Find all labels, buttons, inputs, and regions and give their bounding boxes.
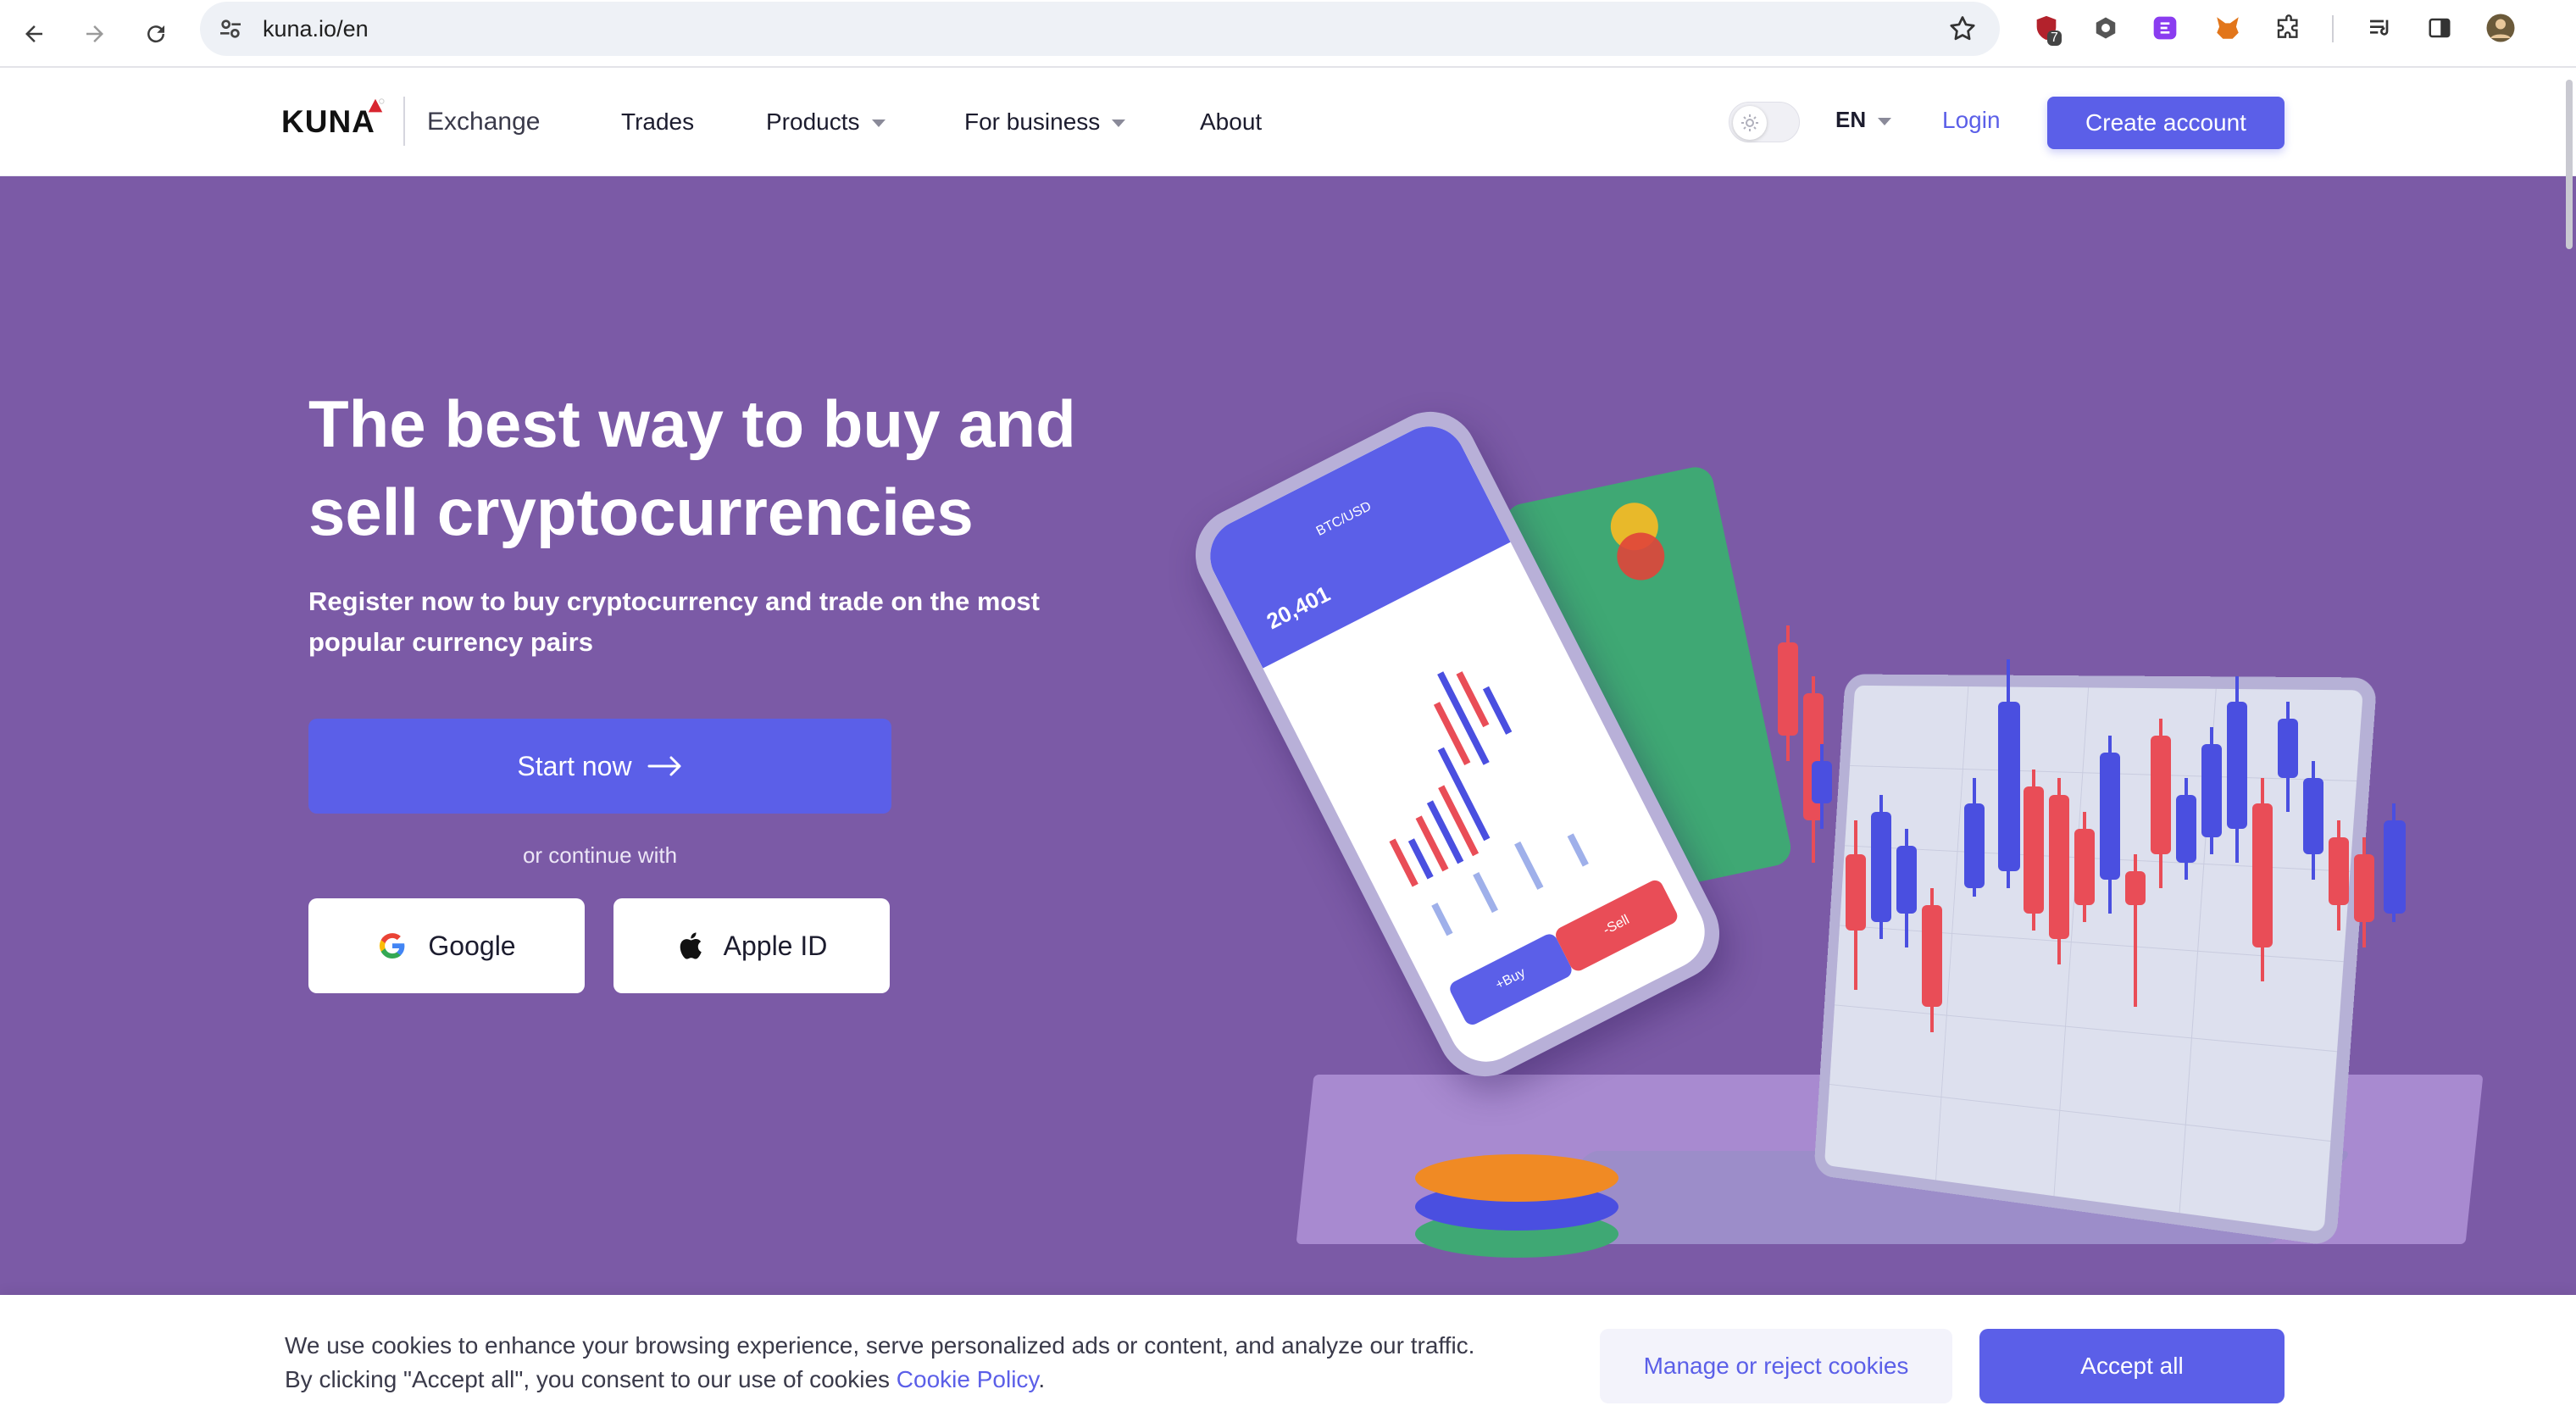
address-bar[interactable]: kuna.io/en (200, 2, 2000, 56)
phone-topbar: BTC/USD 20,401 (1197, 414, 1511, 669)
google-label: Google (428, 930, 516, 961)
nav-products-label: Products (766, 108, 860, 135)
extension-badge: 7 (2047, 31, 2062, 46)
chevron-down-icon (871, 119, 886, 128)
nav-about[interactable]: About (1200, 107, 1262, 137)
candle-group (1778, 625, 2406, 1032)
theme-toggle[interactable] (1729, 102, 1800, 142)
phone-sell-button: -Sell (1552, 877, 1680, 974)
hexagon-extension-icon[interactable] (2090, 12, 2122, 44)
nav-trades[interactable]: Trades (621, 107, 694, 137)
continue-with-label: or continue with (522, 842, 678, 868)
manage-cookies-button[interactable]: Manage or reject cookies (1600, 1329, 1952, 1403)
nav-for-business[interactable]: For business (964, 107, 1126, 137)
coin-orange (1415, 1154, 1618, 1202)
language-label: EN (1835, 107, 1867, 132)
create-account-button[interactable]: Create account (2047, 97, 2285, 149)
logo-text: KUNA (281, 104, 375, 139)
apple-signin-button[interactable]: Apple ID (613, 898, 890, 993)
fox-extension-icon[interactable] (2212, 12, 2244, 44)
page-scrollbar[interactable] (2564, 71, 2573, 1427)
hero-section: The best way to buy and sell cryptocurre… (0, 176, 2576, 1295)
phone-pair: BTC/USD (1313, 498, 1374, 539)
logo-divider (403, 97, 405, 146)
start-now-label: Start now (517, 750, 632, 781)
coins-stack-illustration (1415, 1134, 1618, 1261)
start-now-button[interactable]: Start now (308, 719, 891, 814)
arrow-right-icon (647, 756, 681, 776)
exchange-label[interactable]: Exchange (427, 107, 540, 137)
site-settings-icon[interactable] (217, 15, 244, 42)
toolbar-divider (2332, 15, 2334, 42)
chevron-down-icon (1878, 117, 1892, 125)
cookie-policy-link[interactable]: Cookie Policy (897, 1366, 1039, 1392)
site-header: KUNA Exchange Trades Products For busine… (0, 68, 2576, 176)
extensions-puzzle-icon[interactable] (2273, 12, 2305, 44)
cookie-text: We use cookies to enhance your browsing … (285, 1329, 1505, 1397)
shield-extension-icon[interactable]: 7 (2030, 12, 2062, 46)
login-link[interactable]: Login (1942, 107, 2001, 134)
phone-buy-button: +Buy (1446, 931, 1575, 1028)
cookie-period: . (1038, 1366, 1046, 1392)
cookie-banner: We use cookies to enhance your browsing … (0, 1295, 2576, 1428)
apple-icon (680, 932, 702, 959)
bookmark-star-icon[interactable] (1947, 14, 1978, 44)
cookie-message: We use cookies to enhance your browsing … (285, 1332, 1475, 1392)
purple-extension-icon[interactable] (2149, 12, 2181, 44)
google-signin-button[interactable]: Google (308, 898, 585, 993)
nav-products[interactable]: Products (766, 107, 886, 137)
media-control-icon[interactable] (2364, 12, 2396, 44)
kuna-logo[interactable]: KUNA (281, 98, 385, 139)
language-select[interactable]: EN (1835, 107, 1892, 133)
reload-icon[interactable] (132, 10, 180, 58)
santa-hat-icon (368, 98, 385, 113)
profile-avatar-icon[interactable] (2484, 12, 2517, 44)
back-icon[interactable] (10, 10, 58, 58)
google-icon (380, 933, 405, 958)
hero-illustration: BTC/USD 20,401 +Buy -Sell (1179, 395, 2484, 1295)
forward-icon[interactable] (71, 10, 119, 58)
hero-subtitle: Register now to buy cryptocurrency and t… (308, 586, 1040, 657)
browser-toolbar: kuna.io/en 7 (0, 0, 2576, 68)
apple-label: Apple ID (723, 930, 828, 961)
nav-for-business-label: For business (964, 108, 1101, 135)
chevron-down-icon (1112, 119, 1126, 128)
candlestick-chart-illustration (1778, 625, 2406, 1032)
hero-title: The best way to buy and sell cryptocurre… (308, 386, 1076, 549)
accept-all-button[interactable]: Accept all (1979, 1329, 2285, 1403)
url-text: kuna.io/en (263, 16, 369, 42)
sun-icon (1733, 106, 1767, 140)
side-panel-icon[interactable] (2423, 12, 2456, 44)
phone-price: 20,401 (1262, 581, 1335, 635)
scrollbar-thumb[interactable] (2566, 80, 2573, 249)
